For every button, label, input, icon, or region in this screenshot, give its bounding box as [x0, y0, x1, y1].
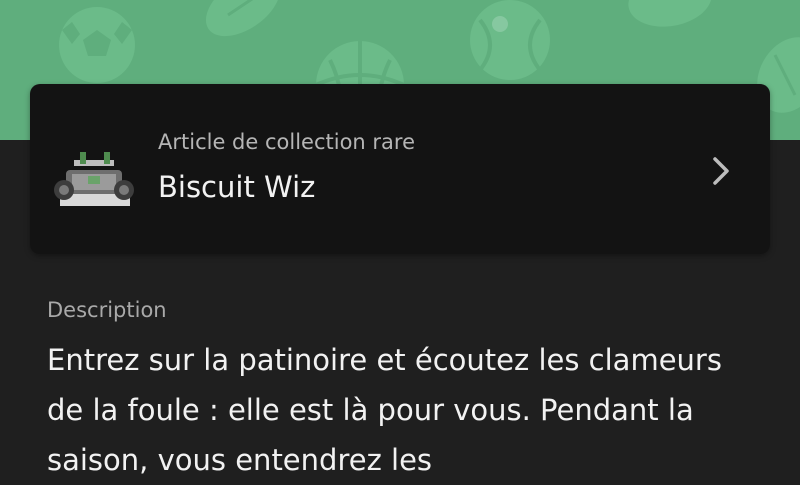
soccer-ball-icon — [59, 7, 135, 83]
chevron-right-icon[interactable] — [706, 151, 736, 191]
football-icon — [628, 0, 712, 27]
tennis-ball-icon — [470, 0, 550, 80]
description-text: Entrez sur la patinoire et écoutez les c… — [47, 343, 722, 477]
go-kart-trophy-icon — [52, 150, 136, 212]
item-category: Article de collection rare — [158, 130, 415, 154]
item-name: Biscuit Wiz — [158, 170, 316, 204]
description-label: Description — [47, 298, 167, 322]
football-icon — [205, 0, 281, 37]
collectible-item-card[interactable]: Article de collection rare Biscuit Wiz — [30, 84, 770, 254]
